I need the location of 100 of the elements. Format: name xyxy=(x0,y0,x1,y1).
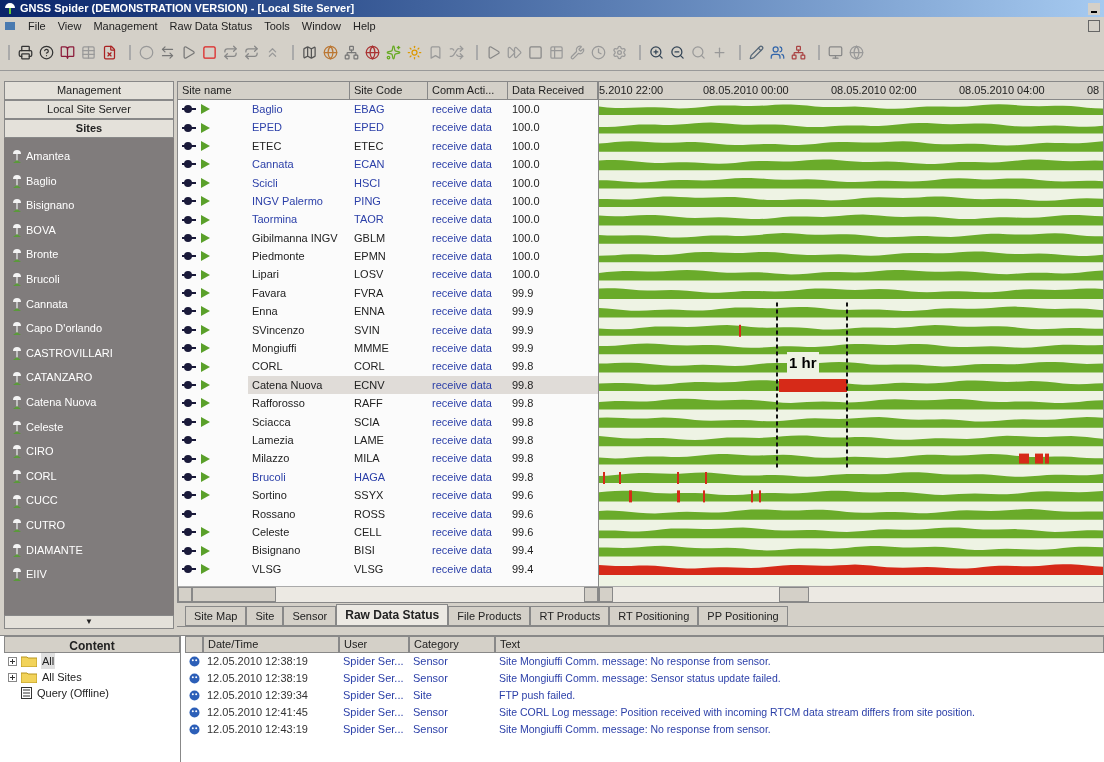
site-item[interactable]: EIIV xyxy=(26,566,47,583)
tree-item[interactable]: All Sites xyxy=(41,668,83,686)
column-header[interactable]: User xyxy=(339,636,409,653)
plus-icon[interactable] xyxy=(712,45,727,60)
column-header[interactable]: Site Code xyxy=(350,82,428,100)
site-item[interactable]: CORL xyxy=(26,467,57,485)
menu-item[interactable]: File xyxy=(28,17,46,35)
sun-icon[interactable] xyxy=(407,45,422,60)
tab[interactable]: RT Positioning xyxy=(609,606,699,626)
table-row[interactable]: Bisignano BISI receive data 99.4 xyxy=(248,541,598,560)
table-row[interactable]: Rafforosso RAFF receive data 99.8 xyxy=(248,394,598,413)
monitor-icon[interactable] xyxy=(828,45,843,60)
table-row[interactable]: Lipari LOSV receive data 100.0 xyxy=(248,265,598,284)
site-item[interactable]: DIAMANTE xyxy=(26,541,83,559)
horizontal-scrollbar[interactable] xyxy=(599,586,1103,602)
expand-icon[interactable] xyxy=(8,656,17,666)
expand-icon[interactable] xyxy=(8,672,17,682)
site-item[interactable]: Baglio xyxy=(26,172,57,190)
table-row[interactable]: INGV Palermo PING receive data 100.0 xyxy=(248,191,598,211)
table-icon[interactable] xyxy=(549,45,564,60)
table-row[interactable]: ETEC ETEC receive data 100.0 xyxy=(248,136,598,156)
table-row[interactable]: Baglio EBAG receive data 100.0 xyxy=(248,100,598,119)
column-header[interactable]: Site name xyxy=(178,82,350,100)
site-item[interactable]: Capo D'orlando xyxy=(26,320,103,337)
site-item[interactable]: Catena Nuova xyxy=(26,394,97,411)
site-item[interactable]: CUCC xyxy=(26,492,58,509)
site-item[interactable]: Bisignano xyxy=(26,197,75,214)
table-row[interactable]: EPED EPED receive data 100.0 xyxy=(248,118,598,137)
zoom-in-icon[interactable] xyxy=(649,45,664,60)
search-icon[interactable] xyxy=(691,45,706,60)
tree-item[interactable]: Query (Offline) xyxy=(36,684,110,702)
table-row[interactable]: Milazzo MILA receive data 99.8 xyxy=(248,449,598,468)
minimize-button[interactable] xyxy=(1088,2,1100,15)
printer-icon[interactable] xyxy=(18,45,33,60)
table-row[interactable]: Favara FVRA receive data 99.9 xyxy=(248,283,598,303)
book-icon[interactable] xyxy=(60,45,75,60)
scroll-down-button[interactable]: ▼ xyxy=(4,615,174,629)
table-row[interactable]: SVincenzo SVIN receive data 99.9 xyxy=(248,320,598,340)
table-row[interactable]: Enna ENNA receive data 99.9 xyxy=(248,302,598,321)
table-row[interactable]: VLSG VLSG receive data 99.4 xyxy=(248,559,598,579)
site-item[interactable]: Cannata xyxy=(26,295,68,313)
site-item[interactable]: BOVA xyxy=(26,221,56,239)
stop-icon[interactable] xyxy=(528,45,543,60)
help-icon[interactable] xyxy=(39,45,54,60)
network-icon[interactable] xyxy=(344,45,359,60)
site-item[interactable]: CATANZARO xyxy=(26,369,93,386)
repeat-icon[interactable] xyxy=(244,45,259,60)
navigator-section[interactable]: Management xyxy=(4,81,174,100)
table-row[interactable]: Piedmonte EPMN receive data 100.0 xyxy=(248,247,598,266)
column-header[interactable] xyxy=(185,636,203,653)
file-icon[interactable] xyxy=(102,45,117,60)
play-icon[interactable] xyxy=(486,45,501,60)
users-icon[interactable] xyxy=(770,45,785,60)
table-row[interactable]: Gibilmanna INGV GBLM receive data 100.0 xyxy=(248,228,598,248)
app-menu-icon[interactable] xyxy=(4,20,16,32)
wrench-icon[interactable] xyxy=(570,45,585,60)
tab[interactable]: RT Products xyxy=(530,606,610,626)
globe-icon[interactable] xyxy=(323,45,338,60)
horizontal-scrollbar[interactable] xyxy=(178,586,598,602)
swap-icon[interactable] xyxy=(160,45,175,60)
table-icon[interactable] xyxy=(81,45,96,60)
play-icon[interactable] xyxy=(181,45,196,60)
table-row[interactable]: Rossano ROSS receive data 99.6 xyxy=(248,504,598,523)
table-row[interactable]: Catena Nuova ECNV receive data 99.8 xyxy=(248,375,598,395)
fast-forward-icon[interactable] xyxy=(507,45,522,60)
site-item[interactable]: CUTRO xyxy=(26,516,66,534)
table-row[interactable]: Sciacca SCIA receive data 99.8 xyxy=(248,412,598,432)
zoom-out-icon[interactable] xyxy=(670,45,685,60)
map-icon[interactable] xyxy=(302,45,317,60)
site-item[interactable]: CIRO xyxy=(26,443,54,460)
site-item[interactable]: Celeste xyxy=(26,418,64,436)
table-row[interactable]: CORL CORL receive data 99.8 xyxy=(248,357,598,376)
site-item[interactable]: CASTROVILLARI xyxy=(26,344,113,362)
table-row[interactable]: Brucoli HAGA receive data 99.8 xyxy=(248,467,598,487)
column-header[interactable]: Category xyxy=(409,636,495,653)
site-item[interactable]: Bronte xyxy=(26,246,59,263)
menu-item[interactable]: Help xyxy=(352,17,376,35)
site-item[interactable]: Amantea xyxy=(26,148,71,165)
table-row[interactable]: Celeste CELL receive data 99.6 xyxy=(248,523,598,542)
shuffle-icon[interactable] xyxy=(449,45,464,60)
table-row[interactable]: Cannata ECAN receive data 100.0 xyxy=(248,155,598,174)
sparkle-icon[interactable] xyxy=(386,45,401,60)
site-item[interactable]: Brucoli xyxy=(26,271,60,288)
table-row[interactable]: Sortino SSYX receive data 99.6 xyxy=(248,486,598,505)
menu-item[interactable]: Management xyxy=(93,17,158,35)
settings-icon[interactable] xyxy=(612,45,627,60)
menu-item[interactable]: Window xyxy=(301,17,341,35)
table-row[interactable]: Lamezia LAME receive data 99.8 xyxy=(248,431,598,450)
navigator-section[interactable]: Sites xyxy=(4,119,174,138)
tab[interactable]: Raw Data Status xyxy=(336,604,449,626)
tab[interactable]: File Products xyxy=(448,606,531,626)
table-row[interactable]: Scicli HSCI receive data 100.0 xyxy=(248,173,598,192)
globe-icon[interactable] xyxy=(365,45,380,60)
menu-item[interactable]: Raw Data Status xyxy=(169,17,253,35)
navigator-section[interactable]: Local Site Server xyxy=(4,100,174,119)
tab[interactable]: Site Map xyxy=(185,606,247,626)
clock-icon[interactable] xyxy=(591,45,606,60)
column-header[interactable]: Date/Time xyxy=(203,636,339,653)
menu-item[interactable]: Tools xyxy=(264,17,290,35)
column-header[interactable]: Text xyxy=(495,636,1104,653)
